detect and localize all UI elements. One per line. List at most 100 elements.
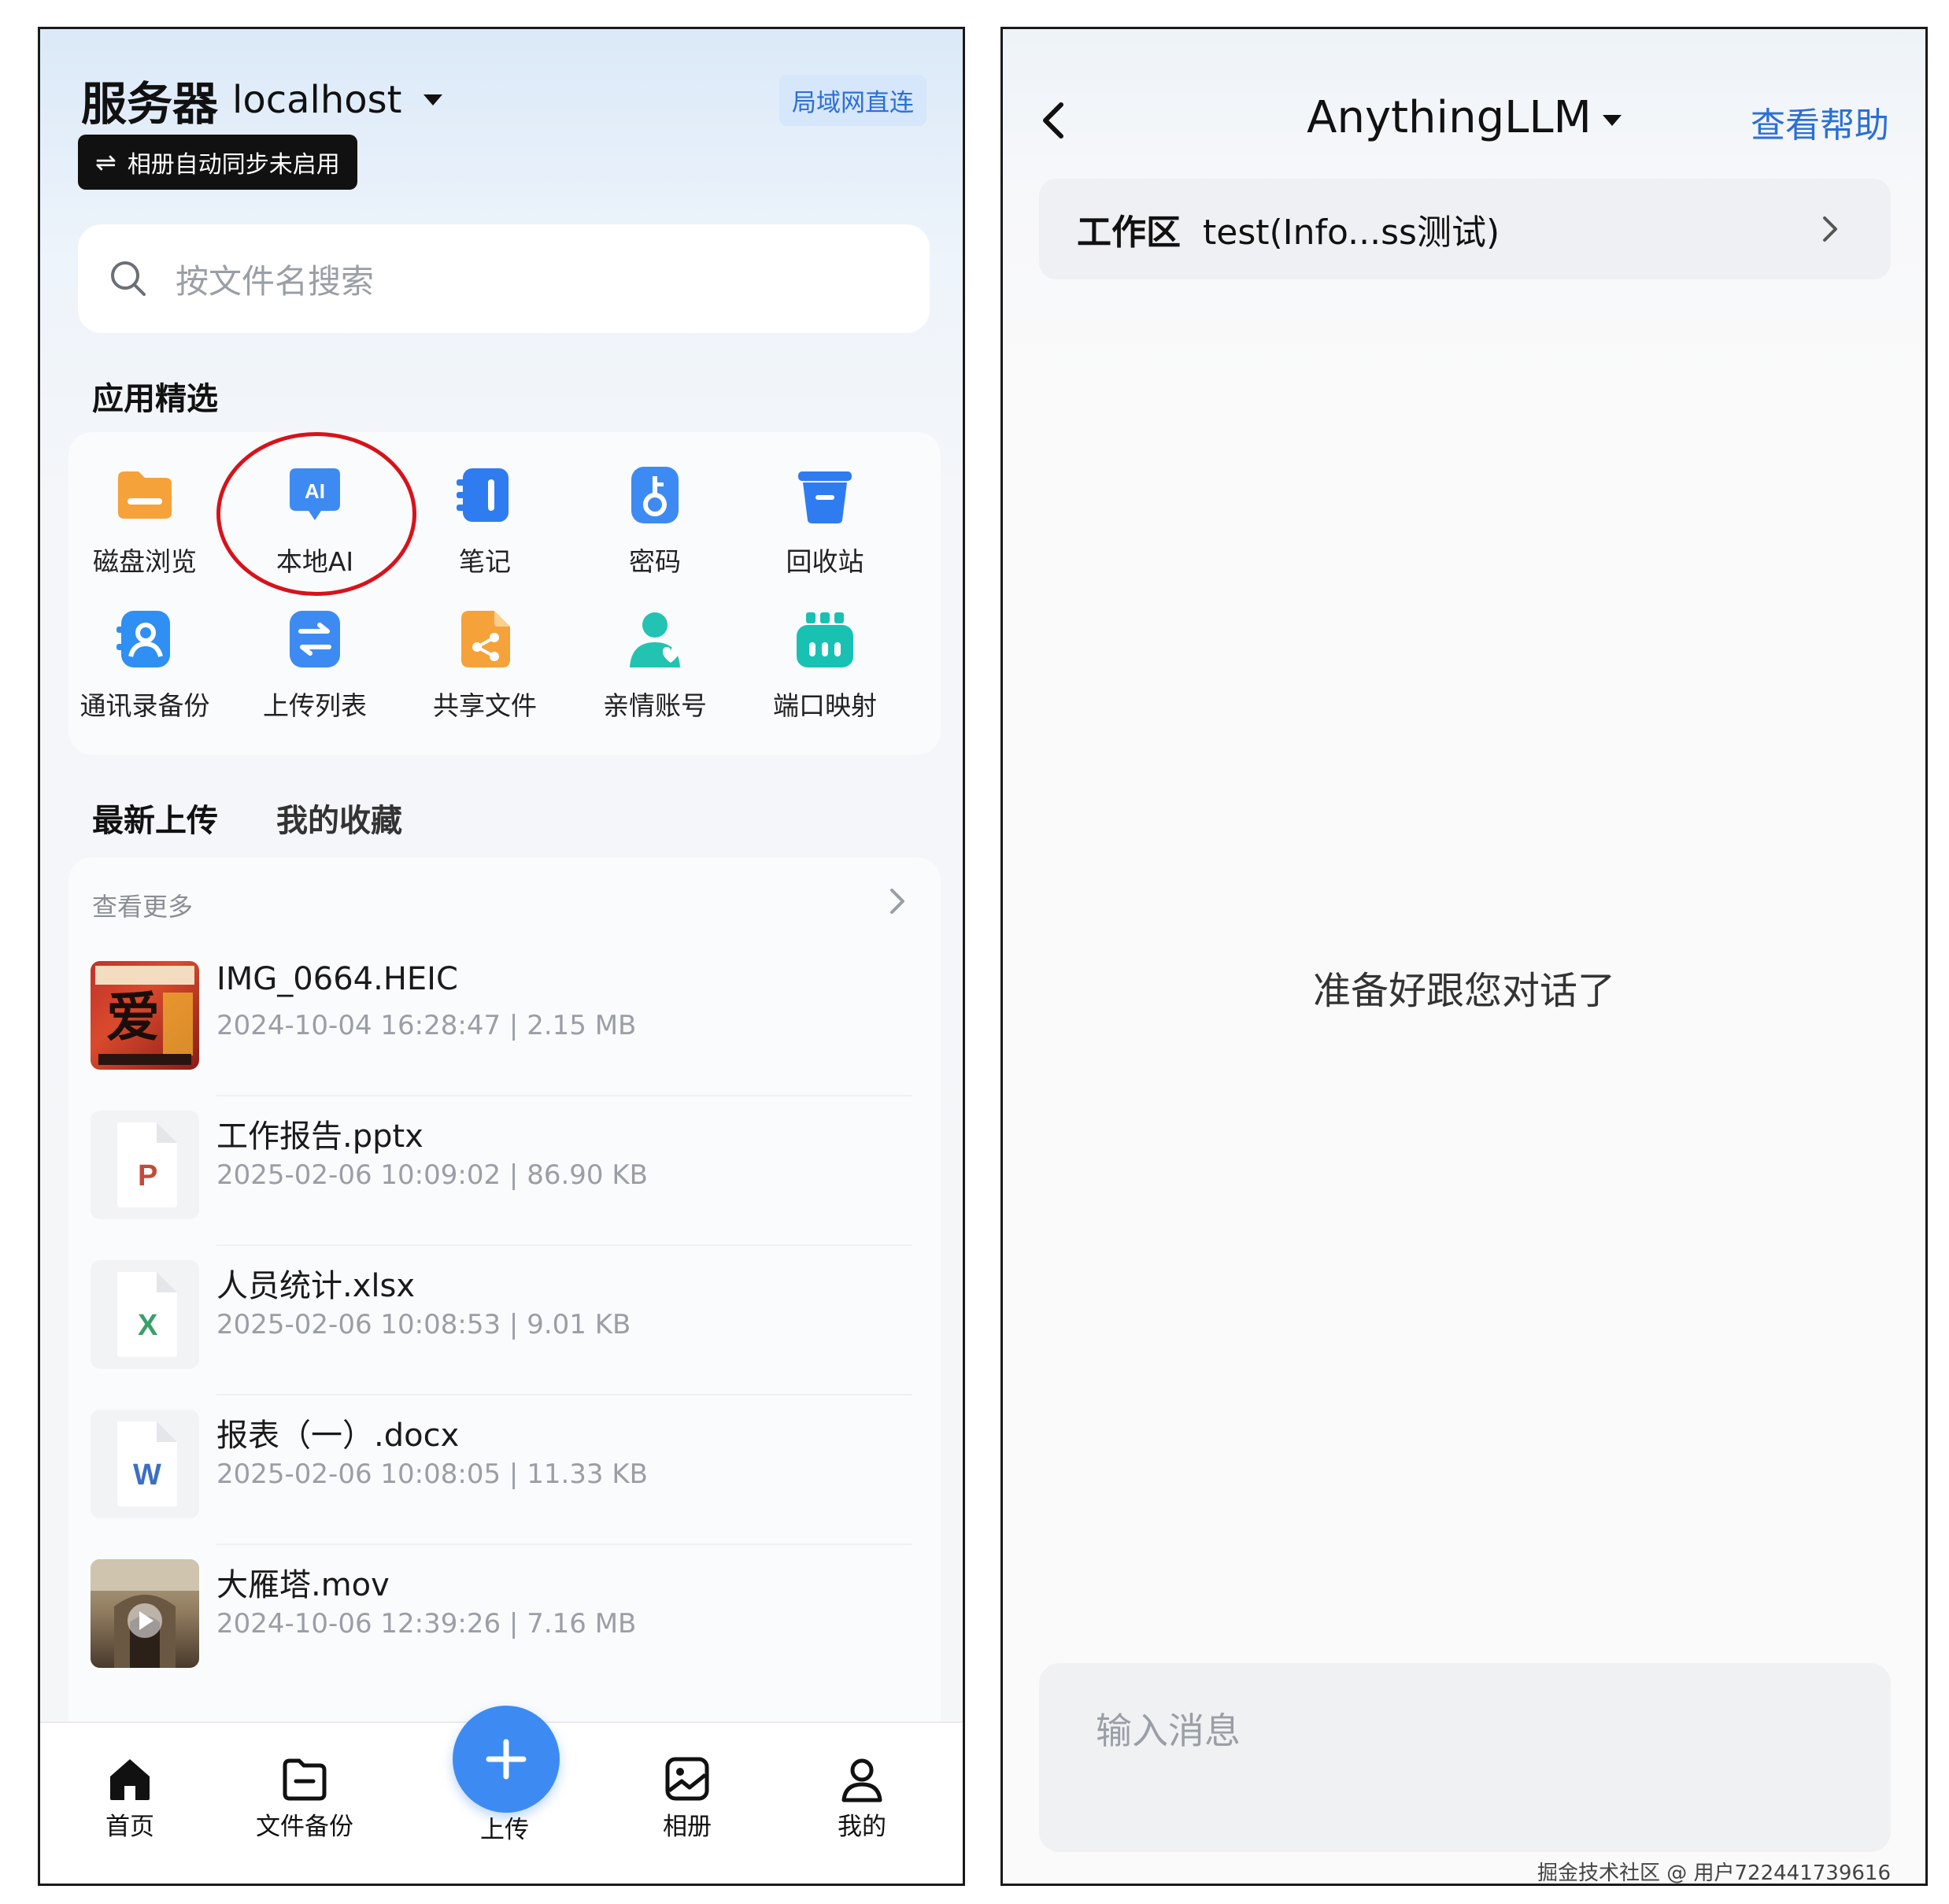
server-label: 服务器 — [81, 77, 219, 131]
app-label: 上传列表 — [263, 690, 367, 721]
app-disk-browse[interactable]: 磁盘浏览 — [62, 464, 227, 579]
file-size: 7.16 MB — [527, 1608, 637, 1640]
file-name: 工作报告.pptx — [216, 1118, 423, 1155]
app-label: 磁盘浏览 — [93, 546, 197, 577]
ppt-file-icon: P — [91, 1111, 199, 1219]
workspace-value: test(Info...ss测试) — [1203, 213, 1500, 253]
file-date: 2024-10-06 12:39:26 — [216, 1608, 501, 1640]
nav-home[interactable]: 首页 — [75, 1754, 185, 1842]
app-title: AnythingLLM — [1307, 92, 1592, 143]
svg-text:爱: 爱 — [106, 986, 160, 1049]
file-date: 2024-10-04 16:28:47 — [216, 1010, 501, 1041]
nav-label: 文件备份 — [256, 1813, 353, 1841]
key-icon — [631, 467, 679, 523]
share-file-icon — [461, 611, 510, 667]
home-icon — [110, 1759, 150, 1800]
file-size: 9.01 KB — [527, 1309, 631, 1340]
app-family-account[interactable]: 亲情账号 — [572, 608, 738, 723]
image-thumbnail: 爱 — [91, 961, 199, 1070]
workspace-label: 工作区 — [1077, 213, 1181, 253]
caret-down-icon — [1602, 114, 1622, 126]
lan-direct-badge[interactable]: 局域网直连 — [779, 75, 926, 126]
album-sync-status[interactable]: ⇌ 相册自动同步未启用 — [78, 135, 357, 190]
caret-down-icon — [423, 94, 443, 105]
app-password[interactable]: 密码 — [572, 464, 738, 579]
file-name: 大雁塔.mov — [216, 1567, 390, 1603]
list-item[interactable]: 大雁塔.mov 2024-10-06 12:39:26 | 7.16 MB — [68, 1545, 941, 1695]
server-selector[interactable]: 服务器 localhost — [81, 67, 443, 133]
list-item[interactable]: X 人员统计.xlsx 2025-02-06 10:08:53 | 9.01 K… — [68, 1246, 941, 1396]
app-port-mapping[interactable]: 端口映射 — [742, 608, 908, 723]
notebook-icon — [457, 468, 509, 522]
app-shared-files[interactable]: 共享文件 — [402, 608, 568, 723]
nav-file-backup[interactable]: 文件备份 — [250, 1754, 360, 1842]
app-label: 通讯录备份 — [80, 690, 210, 721]
server-host: localhost — [232, 78, 402, 122]
file-name: 人员统计.xlsx — [216, 1268, 416, 1304]
meta-separator: | — [509, 1010, 519, 1041]
app-recycle-bin[interactable]: 回收站 — [742, 464, 908, 579]
album-icon — [665, 1757, 709, 1801]
app-label: 笔记 — [459, 546, 511, 577]
file-meta: 2025-02-06 10:08:05 | 11.33 KB — [216, 1459, 648, 1490]
sync-status-text: 相册自动同步未启用 — [127, 151, 340, 179]
upload-label: 上传 — [480, 1816, 529, 1844]
message-input[interactable]: 输入消息 — [1039, 1663, 1891, 1852]
transfer-icon — [290, 611, 340, 667]
folder-icon — [118, 471, 172, 519]
app-upload-list[interactable]: 上传列表 — [232, 608, 398, 723]
empty-chat-message: 准备好跟您对话了 — [1312, 969, 1615, 1013]
file-date: 2025-02-06 10:08:05 — [216, 1459, 501, 1490]
search-icon — [111, 261, 146, 296]
help-link[interactable]: 查看帮助 — [1751, 97, 1889, 147]
app-label: 端口映射 — [773, 690, 877, 721]
app-notes[interactable]: 笔记 — [402, 464, 568, 579]
file-size: 2.15 MB — [527, 1010, 637, 1041]
upload-fab-button[interactable] — [453, 1706, 560, 1813]
excel-file-icon: X — [91, 1260, 199, 1369]
list-item[interactable]: P 工作报告.pptx 2025-02-06 10:09:02 | 86.90 … — [68, 1096, 941, 1246]
file-tabs: 最新上传 我的收藏 — [92, 795, 402, 841]
chevron-right-icon — [1823, 216, 1837, 242]
contacts-icon — [116, 611, 170, 667]
nav-album[interactable]: 相册 — [632, 1754, 742, 1842]
app-label: 亲情账号 — [603, 690, 707, 721]
nav-label: 我的 — [838, 1813, 886, 1841]
tab-recent-uploads[interactable]: 最新上传 — [92, 795, 218, 841]
file-name: 报表（一）.docx — [216, 1418, 460, 1454]
app-contacts-backup[interactable]: 通讯录备份 — [62, 608, 227, 723]
see-more-link[interactable]: 查看更多 — [92, 887, 193, 923]
nav-me[interactable]: 我的 — [807, 1754, 917, 1842]
meta-separator: | — [509, 1159, 519, 1191]
plus-icon — [486, 1739, 527, 1780]
folder-outline-icon — [283, 1758, 327, 1801]
file-size: 86.90 KB — [527, 1159, 648, 1191]
chevron-right-icon[interactable] — [886, 885, 909, 917]
svg-text:X: X — [138, 1309, 158, 1342]
word-file-icon: W — [91, 1410, 199, 1518]
search-placeholder: 按文件名搜索 — [176, 261, 375, 301]
file-date: 2025-02-06 10:08:53 — [216, 1309, 501, 1340]
app-label: 密码 — [629, 546, 681, 577]
nav-label: 首页 — [105, 1813, 154, 1841]
app-label: 共享文件 — [433, 690, 537, 721]
svg-text:P: P — [138, 1159, 157, 1192]
featured-apps-title: 应用精选 — [92, 381, 218, 417]
file-manager-screen: 服务器 localhost 局域网直连 ⇌ 相册自动同步未启用 按文件名搜索 应… — [38, 27, 965, 1886]
file-meta: 2024-10-06 12:39:26 | 7.16 MB — [216, 1608, 636, 1640]
workspace-selector[interactable]: 工作区 test(Info...ss测试) — [1039, 179, 1891, 279]
anythingllm-chat-screen: AnythingLLM 查看帮助 工作区 test(Info...ss测试) 准… — [1000, 27, 1928, 1886]
annotation-circle — [216, 432, 416, 596]
file-date: 2025-02-06 10:09:02 — [216, 1159, 501, 1191]
meta-separator: | — [509, 1459, 519, 1490]
sync-icon: ⇌ — [95, 147, 116, 177]
search-input[interactable]: 按文件名搜索 — [78, 224, 930, 333]
video-thumbnail — [91, 1559, 199, 1668]
app-label: 回收站 — [786, 546, 864, 577]
svg-text:W: W — [133, 1459, 161, 1492]
nav-label: 相册 — [663, 1813, 712, 1841]
list-item[interactable]: 爱 IMG_0664.HEIC 2024-10-04 16:28:47 | 2.… — [68, 947, 941, 1096]
list-item[interactable]: W 报表（一）.docx 2025-02-06 10:08:05 | 11.33… — [68, 1396, 941, 1545]
tab-favorites[interactable]: 我的收藏 — [276, 795, 402, 841]
user-icon — [841, 1758, 882, 1802]
